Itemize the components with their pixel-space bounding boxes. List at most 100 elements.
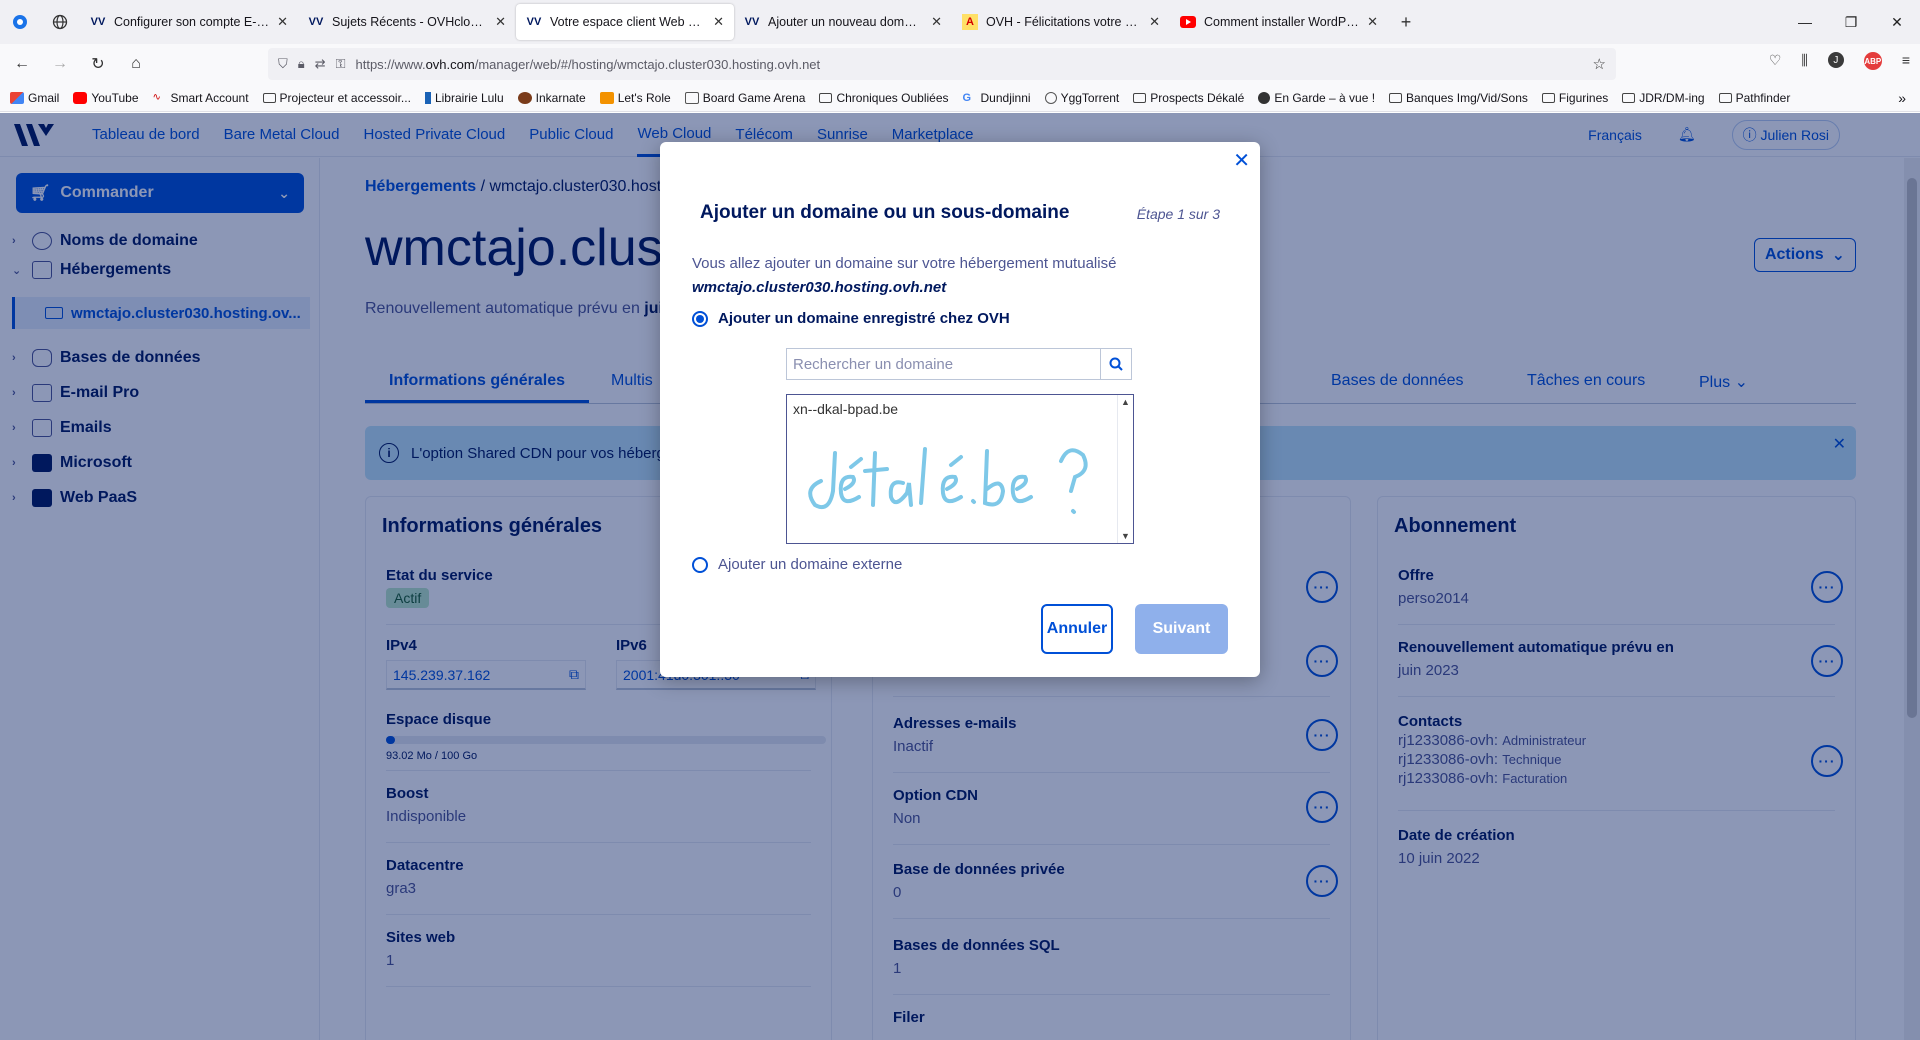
cancel-button[interactable]: Annuler: [1041, 604, 1113, 654]
bookmark-star-icon[interactable]: ☆: [1593, 55, 1606, 73]
scroll-down-icon[interactable]: ▼: [1121, 531, 1130, 541]
toolbar-icons: ♡ ⫼ J ABP ≡: [1769, 52, 1910, 70]
browser-tab-active[interactable]: VV Votre espace client Web OVHcl ✕: [516, 4, 734, 40]
url-text: https://www.ovh.com/manager/web/#/hostin…: [355, 56, 821, 72]
bookmark-folder[interactable]: Projecteur et accessoir...: [262, 91, 411, 105]
scroll-up-icon[interactable]: ▲: [1121, 397, 1130, 407]
bookmark-folder[interactable]: JDR/DM-ing: [1622, 91, 1705, 105]
back-icon[interactable]: ←: [6, 48, 38, 80]
close-tab-icon[interactable]: ✕: [277, 14, 288, 30]
ovh-favicon-icon: VV: [744, 16, 760, 28]
modal-step: Étape 1 sur 3: [1136, 206, 1220, 222]
tab-title: Ajouter un nouveau domaine à: [768, 15, 924, 29]
url-bar[interactable]: ⛉ 🔒︎ ⇄ ⚿ https://www.ovh.com/manager/web…: [268, 48, 1616, 80]
list-scrollbar[interactable]: ▲ ▼: [1117, 395, 1133, 543]
browser-tab[interactable]: VV Configurer son compte E-mail M ✕: [80, 4, 298, 40]
browser-tab[interactable]: VV Sujets Récents - OVHcloud Com ✕: [298, 4, 516, 40]
bookmark-folder[interactable]: Figurines: [1541, 91, 1608, 105]
folder-icon: [262, 92, 276, 103]
folder-icon: [1133, 92, 1147, 103]
hosting-name: wmctajo.cluster030.hosting.ovh.net: [692, 279, 947, 296]
bookmark-inkarnate[interactable]: Inkarnate: [517, 91, 586, 105]
permissions-icon[interactable]: ⇄: [315, 56, 326, 72]
radio-ovh-domain[interactable]: Ajouter un domaine enregistré chez OVH: [692, 310, 1010, 327]
forward-icon[interactable]: →: [44, 48, 76, 80]
bookmark-dundjinni[interactable]: G Dundjinni: [963, 91, 1031, 105]
close-tab-icon[interactable]: ✕: [1367, 14, 1378, 30]
browser-tab[interactable]: VV Ajouter un nouveau domaine à ✕: [734, 4, 952, 40]
bookmark-gmail[interactable]: Gmail: [10, 91, 59, 105]
menu-icon[interactable]: ≡: [1902, 52, 1910, 70]
close-icon[interactable]: ✕: [1233, 148, 1250, 173]
domain-search: [786, 348, 1132, 380]
list-item[interactable]: xn--dkal-bpad.be: [787, 395, 1133, 423]
bookmark-bga[interactable]: Board Game Arena: [684, 91, 805, 105]
close-tab-icon[interactable]: ✕: [495, 14, 506, 30]
browser-tab[interactable]: Comment installer WordPress s ✕: [1170, 4, 1388, 40]
restore-icon[interactable]: ❐: [1828, 0, 1874, 44]
reload-icon[interactable]: ↻: [82, 48, 114, 80]
tab-title: Votre espace client Web OVHcl: [550, 15, 706, 29]
site-a-favicon-icon: A: [962, 14, 978, 30]
domain-list[interactable]: xn--dkal-bpad.be ▲ ▼: [786, 394, 1134, 544]
window-controls: — ❐ ✕: [1782, 0, 1920, 44]
browser-tabbar: VV Configurer son compte E-mail M ✕ VV S…: [0, 0, 1920, 44]
board-game-icon: [684, 91, 699, 104]
radio-button-selected[interactable]: [692, 310, 708, 327]
bookmark-folder[interactable]: Prospects Dékalé: [1133, 91, 1244, 105]
radio-label: Ajouter un domaine enregistré chez OVH: [718, 310, 1010, 327]
radio-external-domain[interactable]: Ajouter un domaine externe: [692, 556, 902, 573]
folder-icon: [819, 92, 833, 103]
close-tab-icon[interactable]: ✕: [931, 14, 942, 30]
new-tab-icon[interactable]: +: [1388, 12, 1424, 33]
handwritten-annotation: [808, 447, 1088, 514]
bookmark-folder[interactable]: Chroniques Oubliées: [819, 91, 949, 105]
key-icon[interactable]: ⚿: [336, 56, 346, 72]
dice-icon: [599, 91, 614, 104]
bookmark-lets-role[interactable]: Let's Role: [599, 91, 671, 105]
modal-title: Ajouter un domaine ou un sous-domaine: [700, 202, 1070, 223]
gmail-icon: [10, 91, 24, 104]
shield-icon[interactable]: ⛉: [278, 56, 288, 72]
library-icon[interactable]: ⫼: [1801, 52, 1807, 70]
browser-tab[interactable]: A OVH - Félicitations votre domai ✕: [952, 4, 1170, 40]
bookmark-folder[interactable]: Banques Img/Vid/Sons: [1389, 91, 1528, 105]
ovh-favicon-icon: VV: [90, 16, 106, 28]
firefox-view-icon[interactable]: [0, 0, 40, 44]
google-icon: G: [962, 91, 972, 104]
next-button[interactable]: Suivant: [1135, 604, 1228, 654]
modal-description: Vous allez ajouter un domaine sur votre …: [692, 255, 1117, 296]
tab-title: Configurer son compte E-mail M: [114, 15, 269, 29]
ovh-favicon-icon: VV: [526, 16, 542, 28]
bookmark-en-garde[interactable]: En Garde – à vue !: [1258, 91, 1375, 105]
folder-icon: [1718, 92, 1732, 103]
bookmark-lulu[interactable]: Librairie Lulu: [424, 91, 504, 105]
profile-icon[interactable]: J: [1827, 52, 1844, 68]
youtube-favicon-icon: [1180, 14, 1196, 30]
radio-button[interactable]: [692, 556, 708, 573]
smart-account-icon: ∿: [152, 91, 161, 103]
close-tab-icon[interactable]: ✕: [1149, 14, 1160, 30]
browser-navbar: ← → ↻ ⌂ ⛉ 🔒︎ ⇄ ⚿ https://www.ovh.com/man…: [0, 44, 1920, 84]
minimize-icon[interactable]: —: [1782, 0, 1828, 44]
pocket-icon[interactable]: ♡: [1769, 52, 1782, 70]
bookmark-youtube[interactable]: YouTube: [73, 91, 139, 105]
close-tab-icon[interactable]: ✕: [713, 14, 724, 30]
search-icon[interactable]: [1100, 348, 1132, 380]
globe-icon: [1044, 91, 1057, 104]
youtube-icon: [73, 91, 88, 104]
lulu-icon: [424, 91, 431, 104]
bookmark-ygg[interactable]: YggTorrent: [1044, 91, 1119, 105]
globe-icon[interactable]: [40, 0, 80, 44]
folder-icon: [1389, 92, 1403, 103]
bookmark-smart-account[interactable]: ∿ Smart Account: [153, 91, 249, 105]
bookmark-folder[interactable]: Pathfinder: [1718, 91, 1790, 105]
close-window-icon[interactable]: ✕: [1874, 0, 1920, 44]
inkarnate-icon: [517, 91, 532, 104]
folder-icon: [1622, 92, 1636, 103]
search-input[interactable]: [786, 348, 1100, 380]
lock-icon[interactable]: 🔒︎: [298, 56, 305, 72]
adblock-icon[interactable]: ABP: [1863, 52, 1882, 70]
more-bookmarks-icon[interactable]: »: [1898, 90, 1906, 106]
home-icon[interactable]: ⌂: [120, 48, 152, 80]
